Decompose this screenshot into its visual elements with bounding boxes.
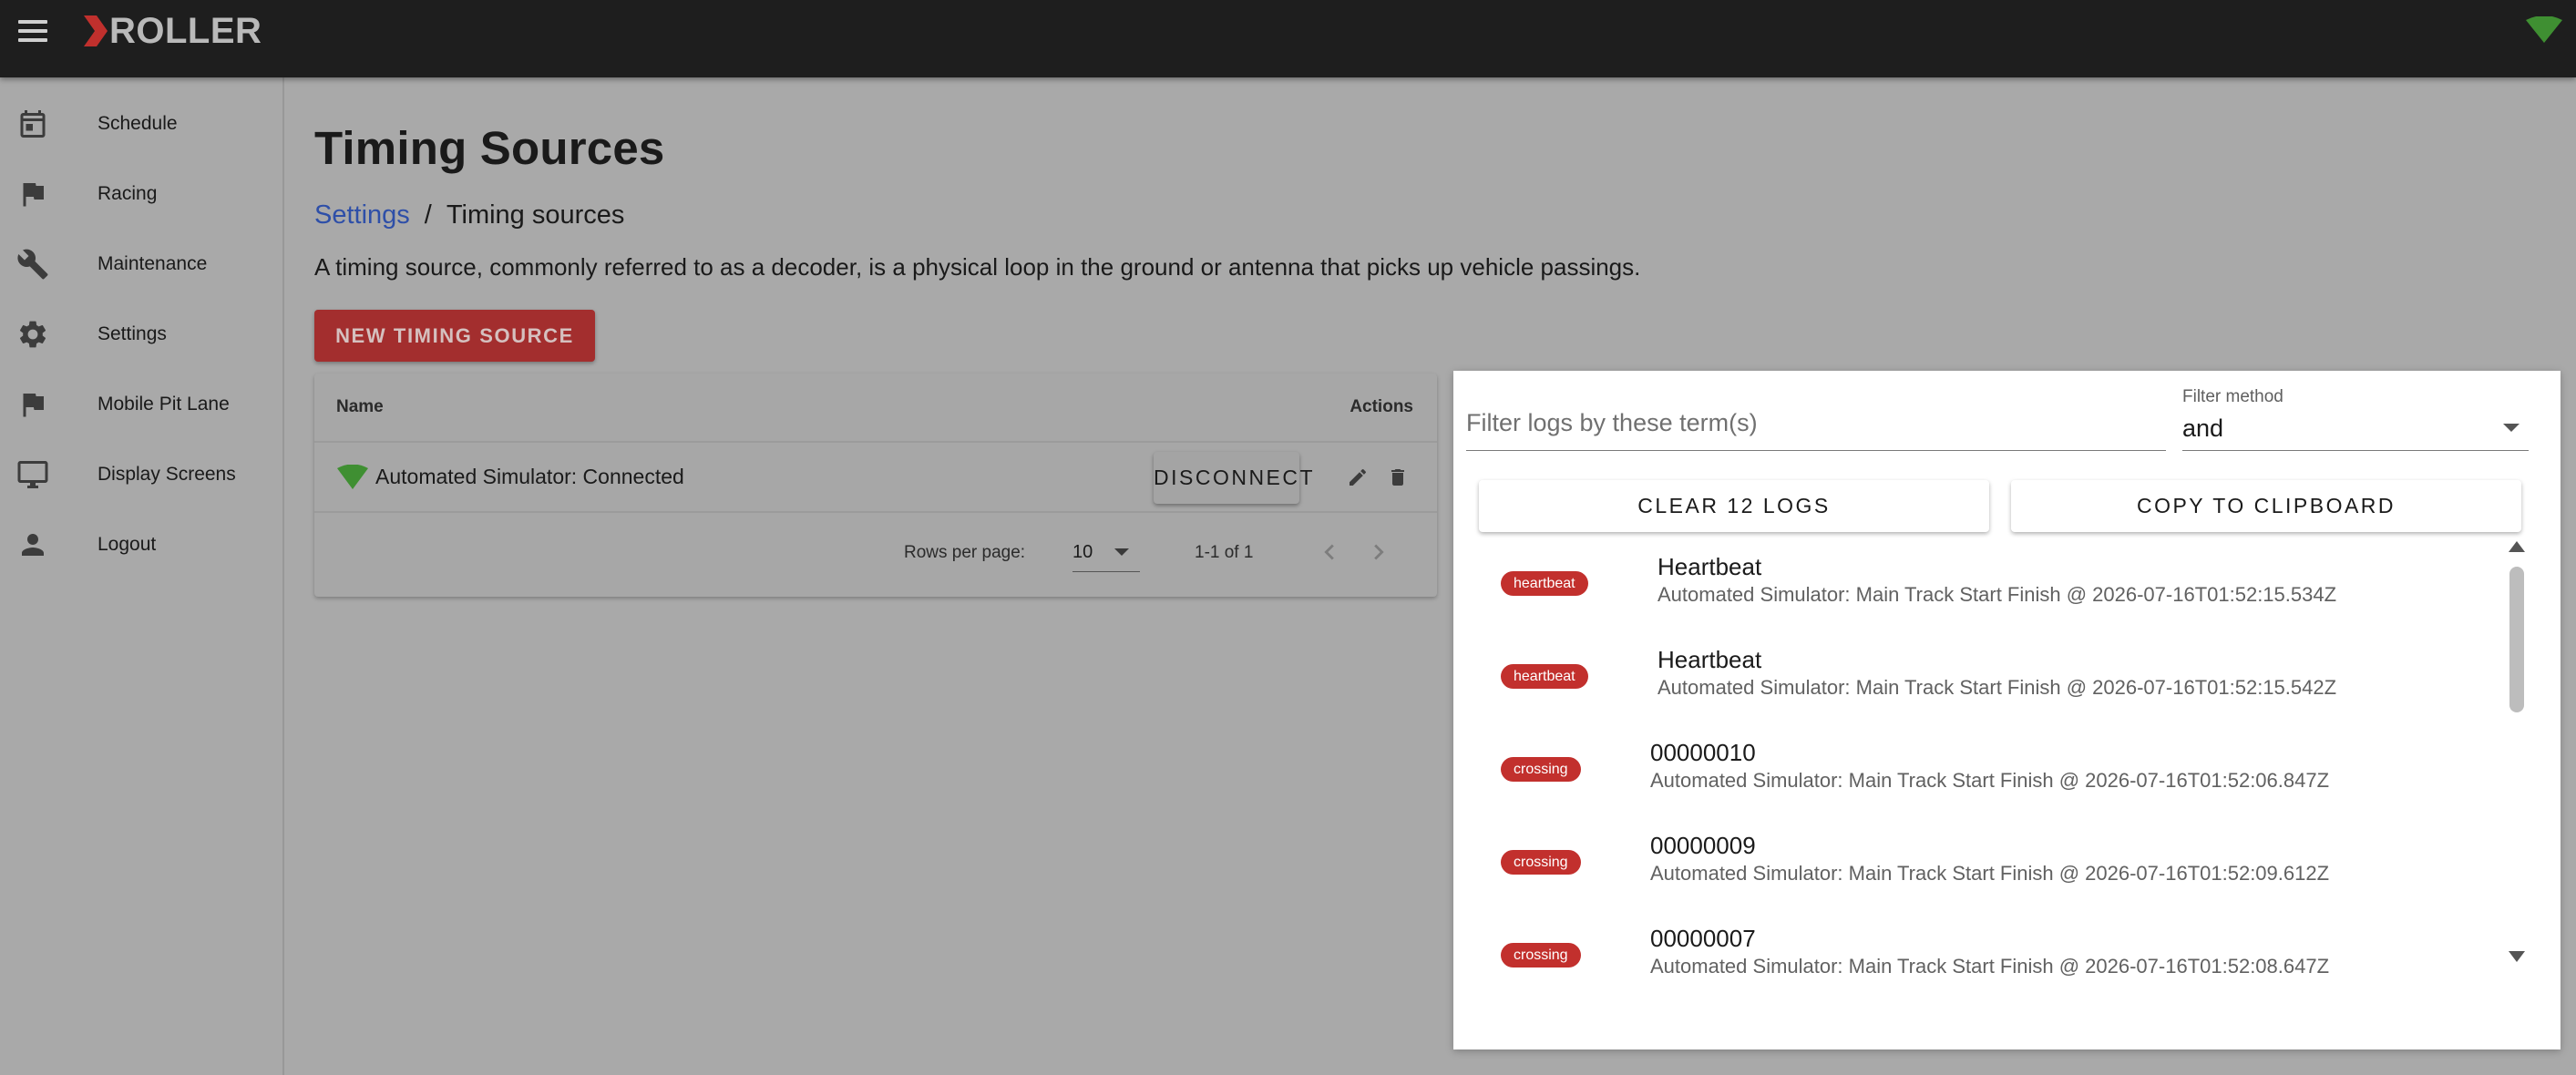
log-type-chip: crossing	[1501, 943, 1581, 968]
scrollbar-thumb[interactable]	[2509, 567, 2524, 712]
clear-logs-button[interactable]: CLEAR 12 LOGS	[1479, 480, 1989, 532]
filter-method-value: and	[2182, 415, 2224, 442]
column-header-actions: Actions	[1350, 397, 1413, 416]
log-detail: Automated Simulator: Main Track Start Fi…	[1650, 862, 2330, 885]
rows-per-page-select[interactable]: 10	[1072, 538, 1140, 572]
sidebar-item-settings[interactable]: Settings	[0, 302, 282, 366]
log-scrollbar[interactable]	[2506, 539, 2528, 977]
log-title: 00000007	[1650, 925, 1756, 952]
timing-sources-table: Name Actions Automated Simulator: Connec…	[314, 374, 1437, 597]
calendar-icon	[20, 110, 46, 138]
page-description: A timing source, commonly referred to as…	[314, 253, 1641, 281]
flag-icon	[23, 183, 44, 207]
chevron-right-icon[interactable]	[1363, 537, 1394, 568]
app-bar: ROLLER	[0, 0, 2576, 77]
copy-to-clipboard-button[interactable]: COPY TO CLIPBOARD	[2011, 480, 2521, 532]
log-filter-input[interactable]	[1466, 396, 2166, 450]
log-entry: heartbeat Heartbeat Automated Simulator:…	[1453, 637, 2501, 730]
log-panel: Filter method and CLEAR 12 LOGS COPY TO …	[1453, 371, 2561, 1049]
person-icon	[22, 534, 44, 556]
table-pagination: Rows per page: 10 1-1 of 1	[314, 513, 1437, 595]
page-title: Timing Sources	[314, 122, 665, 174]
log-filter-field[interactable]	[1466, 396, 2166, 451]
sidebar-item-label: Display Screens	[97, 464, 236, 485]
column-header-name: Name	[336, 397, 384, 416]
disconnect-button[interactable]: DISCONNECT	[1154, 452, 1313, 504]
sidebar-item-maintenance[interactable]: Maintenance	[0, 232, 282, 296]
sidebar-item-display-screens[interactable]: Display Screens	[0, 443, 282, 507]
brand-name: ROLLER	[109, 10, 262, 51]
chevron-down-icon	[1114, 548, 1129, 556]
log-detail: Automated Simulator: Main Track Start Fi…	[1657, 676, 2337, 699]
wifi-connected-icon	[2526, 16, 2562, 43]
scroll-down-arrow-icon[interactable]	[2509, 951, 2525, 962]
log-title: Heartbeat	[1657, 553, 1762, 580]
rows-per-page-value: 10	[1072, 542, 1093, 562]
log-list: heartbeat Heartbeat Automated Simulator:…	[1453, 544, 2501, 977]
new-timing-source-button[interactable]: NEW TIMING SOURCE	[314, 310, 595, 362]
breadcrumb: Settings / Timing sources	[314, 200, 624, 230]
breadcrumb-separator: /	[424, 200, 432, 230]
sidebar-item-label: Settings	[97, 323, 167, 344]
flag-icon	[23, 394, 44, 417]
breadcrumb-settings-link[interactable]: Settings	[314, 200, 410, 230]
sidebar-item-label: Maintenance	[97, 253, 208, 274]
sidebar-item-label: Racing	[97, 183, 158, 204]
table-header: Name Actions	[314, 374, 1437, 443]
log-detail: Automated Simulator: Main Track Start Fi…	[1650, 955, 2330, 977]
table-row: Automated Simulator: Connected DISCONNEC…	[314, 443, 1437, 513]
monitor-icon	[17, 461, 48, 488]
log-entry: crossing 00000009 Automated Simulator: M…	[1453, 823, 2501, 916]
filter-method-label: Filter method	[2182, 387, 2284, 406]
chevron-left-icon[interactable]	[1314, 537, 1345, 568]
log-type-chip: heartbeat	[1501, 571, 1588, 596]
breadcrumb-current: Timing sources	[446, 200, 625, 230]
log-title: 00000009	[1650, 832, 1756, 859]
sidebar-nav: Schedule Racing Maintenance Settings Mob…	[0, 77, 284, 1075]
log-entry: crossing 00000007 Automated Simulator: M…	[1453, 916, 2501, 977]
log-type-chip: crossing	[1501, 757, 1581, 782]
gear-icon	[19, 321, 46, 348]
page-range: 1-1 of 1	[1195, 543, 1254, 562]
log-title: 00000010	[1650, 739, 1756, 766]
log-detail: Automated Simulator: Main Track Start Fi…	[1650, 769, 2330, 792]
scroll-up-arrow-icon[interactable]	[2509, 541, 2525, 552]
sidebar-item-mobile-pit-lane[interactable]: Mobile Pit Lane	[0, 373, 282, 436]
timing-source-name: Automated Simulator: Connected	[375, 465, 684, 488]
log-type-chip: crossing	[1501, 850, 1581, 875]
chevron-down-icon	[2503, 424, 2520, 432]
sidebar-item-label: Schedule	[97, 113, 178, 134]
filter-method-select[interactable]: Filter method and	[2182, 380, 2529, 451]
rows-per-page-label: Rows per page:	[904, 543, 1026, 562]
log-entry: crossing 00000010 Automated Simulator: M…	[1453, 730, 2501, 823]
wrench-icon	[17, 249, 48, 280]
wifi-connected-icon	[337, 465, 368, 489]
log-type-chip: heartbeat	[1501, 664, 1588, 689]
log-title: Heartbeat	[1657, 646, 1762, 673]
logo-chevron-icon	[84, 15, 108, 46]
log-detail: Automated Simulator: Main Track Start Fi…	[1657, 583, 2337, 606]
pencil-icon[interactable]	[1347, 466, 1369, 488]
sidebar-item-schedule[interactable]: Schedule	[0, 92, 282, 156]
sidebar-item-racing[interactable]: Racing	[0, 162, 282, 226]
sidebar-item-logout[interactable]: Logout	[0, 513, 282, 577]
sidebar-item-label: Mobile Pit Lane	[97, 394, 230, 415]
trash-icon[interactable]	[1387, 466, 1409, 488]
app-logo[interactable]: ROLLER	[84, 10, 262, 51]
log-entry: heartbeat Heartbeat Automated Simulator:…	[1453, 544, 2501, 637]
sidebar-item-label: Logout	[97, 534, 157, 555]
menu-icon[interactable]	[18, 20, 49, 47]
